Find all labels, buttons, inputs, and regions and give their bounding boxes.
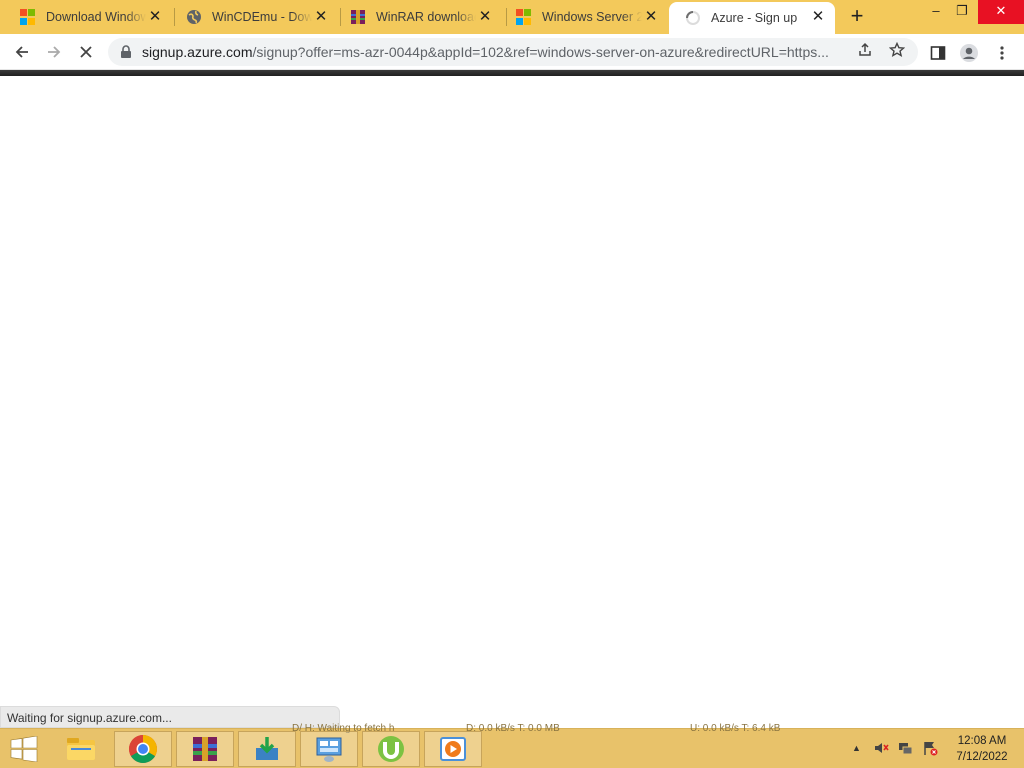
volume-muted-icon[interactable]	[873, 740, 889, 759]
share-icon[interactable]	[854, 42, 876, 64]
taskbar-file-explorer[interactable]	[52, 731, 110, 767]
tab-title: Windows Server 20	[542, 10, 642, 24]
stop-x-icon	[80, 46, 92, 58]
page-content	[0, 76, 1024, 728]
tab-download-windows[interactable]: Download Windows ✕	[4, 0, 172, 34]
clock-time: 12:08 AM	[957, 735, 1007, 747]
tab-close-button[interactable]: ✕	[809, 8, 827, 26]
taskbar-clock[interactable]: 12:08 AM 7/12/2022	[950, 733, 1014, 765]
stop-loading-button[interactable]	[72, 38, 100, 66]
loading-spinner-icon	[685, 10, 701, 26]
tab-close-button[interactable]: ✕	[642, 8, 660, 26]
profile-avatar-icon[interactable]	[958, 42, 980, 64]
download-manager-icon	[256, 737, 278, 760]
tab-title: Download Windows	[46, 10, 146, 24]
windows-taskbar: D/ H: Waiting to fetch h D: 0.0 kB/s T: …	[0, 723, 1024, 768]
url-domain: signup.azure.com	[142, 44, 253, 60]
microsoft-icon	[516, 9, 532, 25]
microsoft-icon	[20, 9, 36, 25]
browser-titlebar: Download Windows ✕ WinCDEmu - Down ✕ Win…	[0, 0, 1024, 34]
clock-date: 7/12/2022	[956, 751, 1008, 763]
taskbar-network-app[interactable]	[300, 731, 358, 767]
address-bar[interactable]: signup.azure.com/signup?offer=ms-azr-004…	[108, 38, 918, 66]
taskbar-media-player[interactable]	[424, 731, 482, 767]
media-player-icon	[440, 737, 466, 761]
forward-button[interactable]	[40, 38, 68, 66]
tab-close-button[interactable]: ✕	[476, 8, 494, 26]
maximize-button[interactable]: ❐	[947, 0, 977, 24]
arrow-right-icon	[48, 46, 61, 58]
tab-title: WinCDEmu - Down	[212, 10, 312, 24]
url-path: /signup?offer=ms-azr-0044p&appId=102&ref…	[252, 44, 829, 60]
tab-winrar[interactable]: WinRAR download ✕	[334, 0, 502, 34]
utorrent-icon	[378, 736, 404, 762]
lock-icon	[121, 45, 131, 58]
tab-title: WinRAR download	[376, 10, 476, 24]
chrome-icon	[129, 735, 157, 763]
arrow-left-icon	[15, 46, 28, 58]
tab-azure-signup[interactable]: Azure - Sign up ✕	[669, 2, 835, 34]
side-panel-icon[interactable]	[927, 42, 949, 64]
tab-close-button[interactable]: ✕	[146, 8, 164, 26]
new-tab-button[interactable]: +	[845, 5, 869, 29]
status-bubble: Waiting for signup.azure.com...	[0, 706, 340, 728]
start-button[interactable]	[6, 735, 42, 763]
tab-windows-server[interactable]: Windows Server 20 ✕	[500, 0, 668, 34]
menu-kebab-icon[interactable]	[991, 42, 1013, 64]
network-status-icon[interactable]	[898, 740, 914, 759]
winrar-icon	[193, 737, 217, 761]
action-center-flag-icon[interactable]	[922, 740, 938, 759]
tab-wincdemu[interactable]: WinCDEmu - Down ✕	[170, 0, 338, 34]
tab-close-button[interactable]: ✕	[312, 8, 330, 26]
ghost-text: U: 0.0 kB/s T: 6.4 kB	[690, 723, 781, 734]
taskbar-utorrent[interactable]	[362, 731, 420, 767]
url-text: signup.azure.com/signup?offer=ms-azr-004…	[142, 44, 842, 60]
winrar-icon	[350, 9, 366, 25]
browser-toolbar: signup.azure.com/signup?offer=ms-azr-004…	[0, 34, 1024, 70]
network-monitor-icon	[316, 737, 342, 762]
taskbar-winrar[interactable]	[176, 731, 234, 767]
folder-icon	[67, 738, 95, 760]
tray-expand-icon[interactable]: ▲	[852, 743, 861, 753]
windows-logo-icon	[10, 735, 38, 763]
taskbar-chrome[interactable]	[114, 731, 172, 767]
window-close-button[interactable]: ✕	[978, 0, 1024, 24]
bookmark-star-icon[interactable]	[886, 41, 908, 64]
taskbar-downloader[interactable]	[238, 731, 296, 767]
tab-title: Azure - Sign up	[711, 11, 798, 25]
back-button[interactable]	[8, 38, 36, 66]
globe-icon	[186, 9, 202, 25]
